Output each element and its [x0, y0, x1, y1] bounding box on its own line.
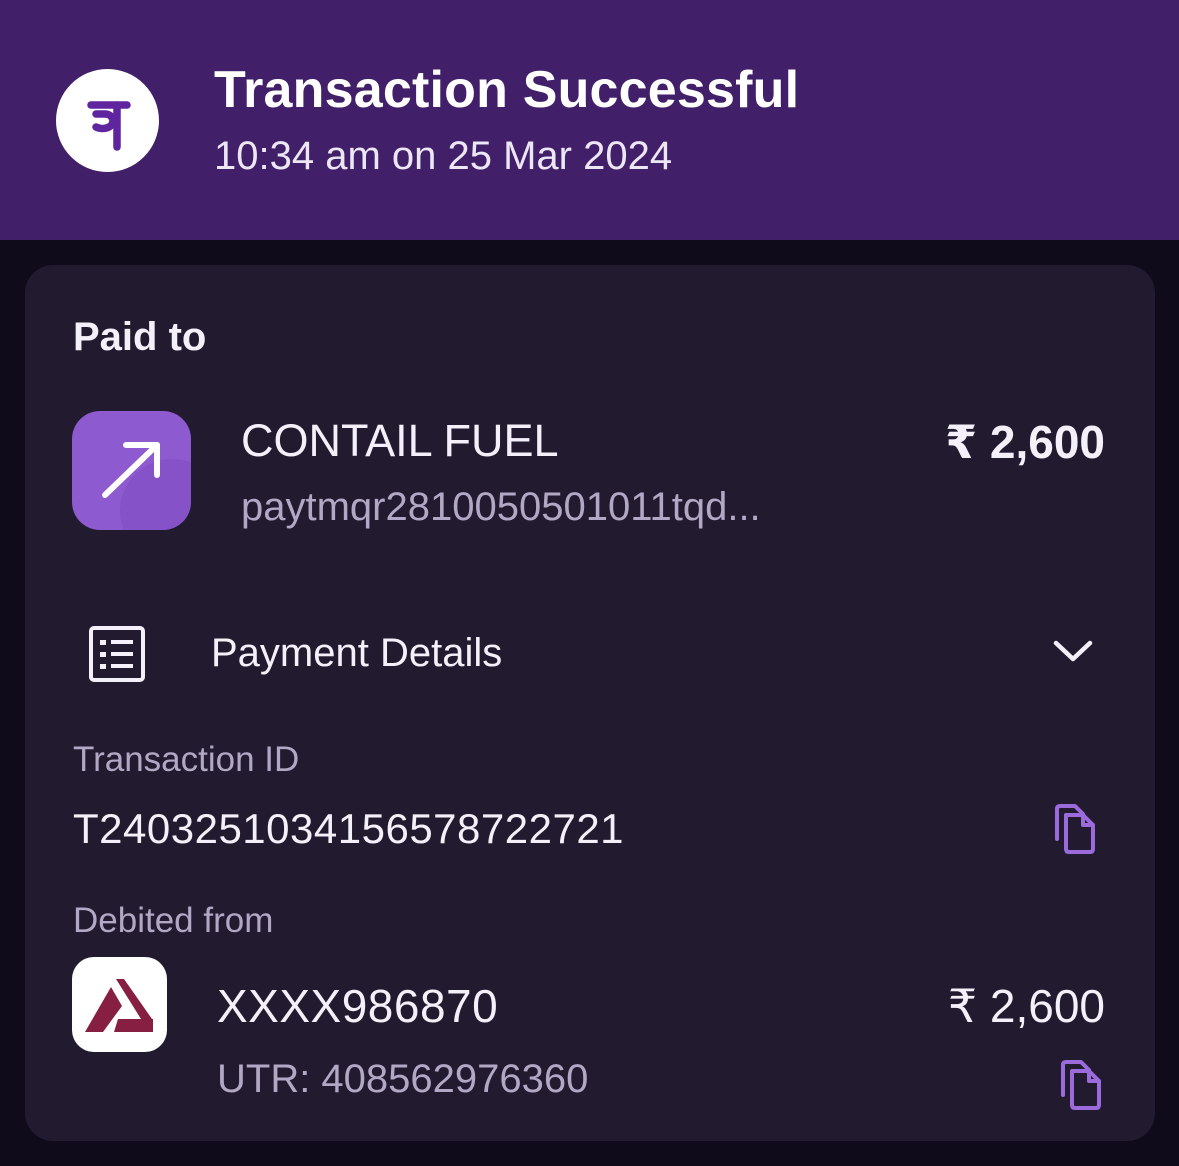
paid-to-label: Paid to [73, 315, 207, 359]
phonepe-logo [56, 69, 159, 172]
merchant-name: CONTAIL FUEL [241, 415, 559, 466]
transaction-id-label: Transaction ID [73, 740, 300, 779]
chevron-down-icon[interactable] [1052, 637, 1094, 665]
copy-icon[interactable] [1057, 1059, 1103, 1111]
status-header: Transaction Successful 10:34 am on 25 Ma… [0, 0, 1179, 240]
debited-from-label: Debited from [73, 901, 274, 940]
arrow-up-right-icon [72, 411, 191, 530]
copy-icon[interactable] [1051, 803, 1097, 855]
transaction-status-title: Transaction Successful [214, 61, 800, 119]
receipt-list-icon [88, 625, 146, 683]
axis-bank-logo [72, 957, 167, 1052]
account-number: XXXX986870 [217, 980, 499, 1032]
transaction-id-value: T2403251034156578722721 [73, 805, 625, 852]
utr-number: UTR: 408562976360 [217, 1057, 589, 1101]
payment-details-toggle[interactable]: Payment Details [211, 631, 502, 676]
transaction-datetime: 10:34 am on 25 Mar 2024 [214, 134, 673, 178]
paid-amount: ₹ 2,600 [945, 416, 1105, 468]
merchant-upi-id: paytmqr2810050501011tqd... [241, 485, 761, 529]
transaction-details-card: Paid to CONTAIL FUEL paytmqr281005050101… [25, 265, 1155, 1141]
debit-amount: ₹ 2,600 [947, 980, 1105, 1032]
